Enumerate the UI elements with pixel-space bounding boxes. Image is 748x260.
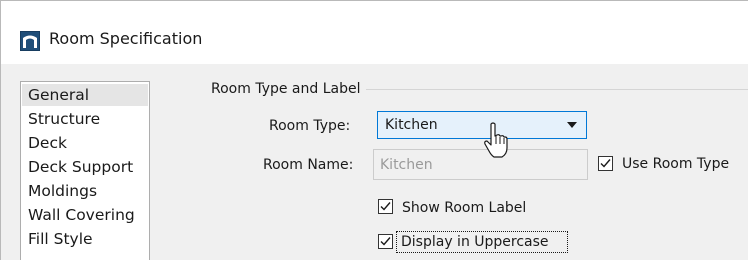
nav-item-structure[interactable]: Structure <box>22 108 148 130</box>
use-room-type-label[interactable]: Use Room Type <box>622 155 729 173</box>
group-title: Room Type and Label <box>211 80 367 98</box>
hand-cursor-icon <box>484 122 508 158</box>
nav-item-general[interactable]: General <box>22 84 148 106</box>
show-room-label-checkbox[interactable] <box>378 199 393 214</box>
room-name-input[interactable] <box>374 150 587 179</box>
title-bar: Room Specification <box>1 1 748 64</box>
chief-architect-icon <box>20 31 40 51</box>
display-uppercase-label[interactable]: Display in Uppercase <box>401 233 549 251</box>
dialog-window: Room Specification General Structure Dec… <box>0 0 748 260</box>
room-name-field[interactable] <box>373 149 588 180</box>
checkmark-icon <box>600 159 611 168</box>
checkmark-icon <box>380 237 391 246</box>
room-type-dropdown[interactable]: Kitchen <box>377 111 587 139</box>
chevron-down-icon[interactable] <box>567 122 577 128</box>
use-room-type-checkbox[interactable] <box>598 156 613 171</box>
nav-item-wall-covering[interactable]: Wall Covering <box>22 204 148 226</box>
room-type-label: Room Type: <box>269 118 351 134</box>
nav-item-moldings[interactable]: Moldings <box>22 180 148 202</box>
nav-item-deck[interactable]: Deck <box>22 132 148 154</box>
display-uppercase-checkbox[interactable] <box>378 234 393 249</box>
room-name-label: Room Name: <box>263 157 354 173</box>
room-type-value: Kitchen <box>385 117 438 133</box>
nav-item-fill-style[interactable]: Fill Style <box>22 228 148 250</box>
show-room-label-label[interactable]: Show Room Label <box>402 199 526 217</box>
nav-item-deck-support[interactable]: Deck Support <box>22 156 148 178</box>
category-list[interactable]: General Structure Deck Deck Support Mold… <box>20 81 150 260</box>
checkmark-icon <box>380 202 391 211</box>
window-title: Room Specification <box>49 29 203 48</box>
